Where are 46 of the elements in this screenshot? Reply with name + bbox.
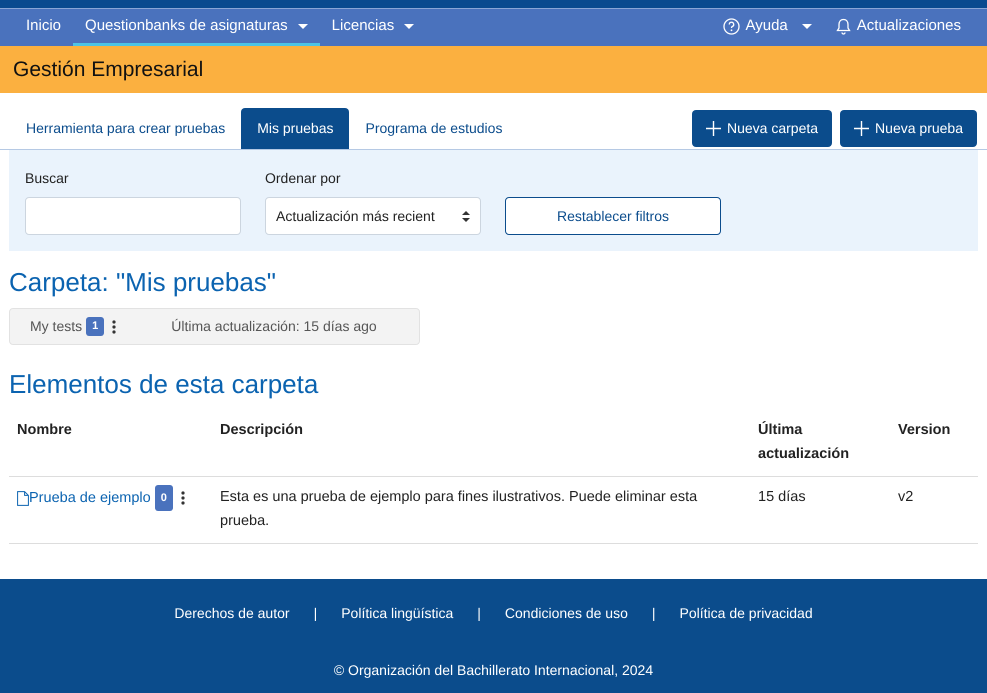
footer-link[interactable]: Política de privacidad <box>680 603 813 624</box>
tab[interactable]: Programa de estudios <box>349 108 518 149</box>
footer-link[interactable]: Derechos de autor <box>174 603 290 624</box>
help-icon <box>722 18 740 34</box>
sort-select[interactable]: Actualización más recient <box>265 197 481 235</box>
nav-link[interactable]: Ayuda <box>710 9 824 46</box>
more-options-icon[interactable] <box>112 320 116 334</box>
column-header: Nombre <box>17 422 72 438</box>
test-link[interactable]: Prueba de ejemplo <box>29 486 151 510</box>
count-badge: 1 <box>86 317 104 336</box>
subject-title: Gestión Empresarial <box>0 46 987 93</box>
document-icon <box>17 490 29 506</box>
copyright-text: © Organización del Bachillerato Internacional, 2024 <box>332 661 654 680</box>
table-cell: Esta es una prueba de ejemplo para fines ilustrativos. Puede eliminar esta prueba. <box>220 489 698 530</box>
search-label: Buscar <box>25 169 70 188</box>
column-header: Descripción <box>220 422 303 438</box>
sort-arrows-icon <box>462 210 470 222</box>
table-cell: 15 días <box>758 489 806 506</box>
bell-icon <box>836 18 851 34</box>
last-updated-text: Última actualización: 15 días ago <box>171 317 377 336</box>
tab[interactable]: Herramienta para crear pruebas <box>10 108 242 149</box>
more-options-icon[interactable] <box>180 491 185 506</box>
column-header: Última actualización <box>758 422 850 462</box>
plus-icon <box>854 121 870 136</box>
sort-label: Ordenar por <box>265 169 342 188</box>
footer-link[interactable]: Condiciones de uso <box>504 603 628 624</box>
reset-filters-button[interactable]: Restablecer filtros <box>505 197 721 235</box>
count-badge: 0 <box>154 485 173 512</box>
tab[interactable]: Mis pruebas <box>241 108 350 149</box>
column-header: Version <box>898 422 950 438</box>
table-cell: v2 <box>898 489 914 506</box>
nav-link[interactable]: Inicio <box>14 9 74 46</box>
new-button[interactable]: Nueva carpeta <box>692 110 832 147</box>
separator: | <box>314 604 318 624</box>
items-heading: Elementos de esta carpeta <box>9 369 320 400</box>
search-field[interactable] <box>25 197 241 235</box>
folder-name[interactable]: My tests <box>30 316 82 338</box>
separator: | <box>652 604 656 624</box>
caret-icon <box>802 24 812 28</box>
new-button[interactable]: Nueva prueba <box>840 110 977 147</box>
folder-heading: Carpeta: "Mis pruebas" <box>9 267 278 298</box>
nav-link[interactable]: Actualizaciones <box>824 9 973 46</box>
separator: | <box>477 604 481 624</box>
plus-icon <box>706 121 721 136</box>
nav-link[interactable]: Licencias <box>320 9 426 46</box>
footer-link[interactable]: Política lingüística <box>341 603 454 624</box>
